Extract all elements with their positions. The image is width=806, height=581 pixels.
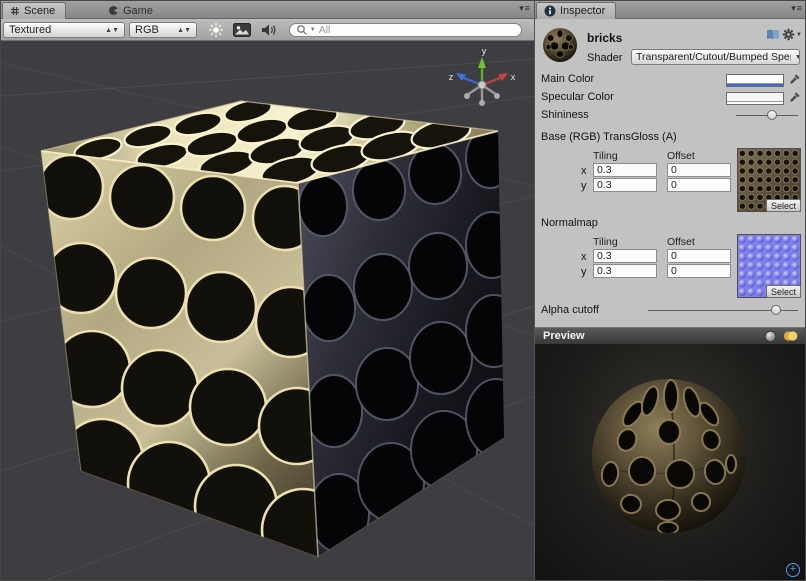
search-input[interactable] (319, 24, 515, 36)
specular-color-eyedropper[interactable] (788, 91, 801, 107)
normal-offset-x-field[interactable] (667, 249, 731, 263)
base-x-label: x (581, 165, 587, 177)
tab-scene[interactable]: Scene (2, 2, 66, 19)
base-map-label: Base (RGB) TransGloss (A) (541, 131, 677, 143)
draw-mode-value: Textured (9, 24, 51, 36)
chevron-down-icon: ▲▼ (171, 27, 191, 34)
search-icon (296, 24, 307, 36)
normal-tiling-x-field[interactable] (593, 249, 657, 263)
game-icon (108, 5, 119, 16)
orientation-gizmo[interactable]: y x z (449, 46, 516, 106)
base-tiling-y-field[interactable] (593, 178, 657, 192)
main-color-eyedropper[interactable] (788, 73, 801, 89)
gizmo-z-label: z (449, 72, 454, 82)
scene-search-box[interactable]: ▼ (289, 23, 522, 37)
normal-x-label: x (581, 251, 587, 263)
search-filter-arrow-icon[interactable]: ▼ (310, 27, 316, 33)
inspector-panel-menu-icon[interactable]: ▾≡ (791, 3, 803, 14)
settings-button[interactable]: ▼ (782, 28, 802, 41)
inspector-info-icon (544, 5, 556, 17)
chevron-down-icon: ▲▼ (99, 27, 119, 34)
shader-dropdown[interactable]: Transparent/Cutout/Bumped Spe ▼ (631, 49, 800, 65)
material-sphere-icon (541, 26, 579, 64)
preview-area[interactable]: + (535, 344, 806, 581)
gear-icon (782, 28, 795, 41)
game-overlay-toggle-button[interactable] (231, 22, 253, 38)
sun-icon (208, 22, 224, 38)
scene-viewport[interactable]: y x z (1, 41, 534, 581)
preview-header[interactable]: Preview (535, 327, 806, 344)
scene-toolbar: Textured ▲▼ RGB ▲▼ (1, 19, 534, 41)
base-offset-y-field[interactable] (667, 178, 731, 192)
base-texture-select-button[interactable]: Select (766, 199, 801, 212)
scene-panel-menu-icon[interactable]: ▾≡ (519, 3, 531, 14)
shader-label: Shader (587, 52, 622, 64)
help-button[interactable] (766, 28, 780, 44)
normalmap-label: Normalmap (541, 217, 598, 229)
tab-inspector-label: Inspector (560, 5, 605, 17)
color-mode-value: RGB (135, 24, 159, 36)
base-offset-header: Offset (667, 150, 695, 162)
gizmo-y-label: y (482, 46, 487, 56)
normal-y-label: y (581, 266, 587, 278)
speaker-icon (261, 23, 276, 37)
inspector-panel: bricks Shader Transparent/Cutout/Bumped … (534, 19, 806, 581)
tab-game[interactable]: Game (101, 2, 163, 19)
slider-thumb[interactable] (771, 305, 781, 315)
preview-sphere-toggle-icon[interactable] (764, 330, 777, 343)
chevron-down-icon: ▼ (796, 32, 802, 38)
alpha-cutoff-label: Alpha cutoff (541, 304, 599, 316)
main-color-alpha-bar (727, 83, 783, 86)
tab-game-label: Game (123, 5, 153, 17)
add-button[interactable]: + (786, 563, 800, 577)
eyedropper-icon (788, 73, 801, 86)
draw-mode-dropdown[interactable]: Textured ▲▼ (3, 22, 125, 38)
normal-tiling-header: Tiling (593, 236, 618, 248)
base-tiling-header: Tiling (593, 150, 618, 162)
alpha-cutoff-slider[interactable] (648, 303, 798, 317)
image-icon (233, 23, 251, 37)
scene-grid-icon (10, 6, 20, 16)
unity-editor-window: Scene Game ▾≡ Textured ▲▼ RGB ▲▼ (0, 0, 806, 581)
base-texture-thumbnail[interactable]: Select (737, 148, 801, 212)
normal-offset-y-field[interactable] (667, 264, 731, 278)
normal-offset-header: Offset (667, 236, 695, 248)
shininess-label: Shininess (541, 109, 589, 121)
base-offset-x-field[interactable] (667, 163, 731, 177)
textured-cube[interactable] (39, 96, 526, 571)
main-color-swatch[interactable] (726, 74, 784, 87)
specular-color-alpha-bar (727, 101, 783, 104)
normalmap-thumbnail[interactable]: Select (737, 234, 801, 298)
preview-sphere-render (535, 344, 806, 581)
specular-color-label: Specular Color (541, 91, 614, 103)
tab-inspector[interactable]: Inspector (536, 2, 616, 19)
scene-render[interactable]: y x z (1, 41, 534, 581)
material-name: bricks (587, 31, 622, 45)
lighting-toggle-button[interactable] (205, 22, 227, 38)
color-mode-dropdown[interactable]: RGB ▲▼ (129, 22, 197, 38)
preview-title: Preview (543, 330, 585, 342)
tab-scene-label: Scene (24, 5, 55, 17)
chevron-down-icon: ▼ (790, 54, 800, 61)
gizmo-x-label: x (511, 72, 516, 82)
normal-tiling-y-field[interactable] (593, 264, 657, 278)
material-preview-thumbnail[interactable] (541, 26, 579, 64)
base-tiling-x-field[interactable] (593, 163, 657, 177)
main-color-label: Main Color (541, 73, 594, 85)
scene-tabbar: Scene Game ▾≡ (1, 1, 534, 19)
normalmap-select-button[interactable]: Select (766, 285, 801, 298)
specular-color-swatch[interactable] (726, 92, 784, 105)
audio-toggle-button[interactable] (257, 22, 279, 38)
book-icon (766, 28, 780, 41)
preview-lighting-toggle-icon[interactable] (783, 330, 798, 342)
eyedropper-icon (788, 91, 801, 104)
shininess-slider[interactable] (736, 108, 798, 122)
inspector-tabbar: Inspector ▾≡ (534, 1, 806, 19)
base-y-label: y (581, 180, 587, 192)
slider-thumb[interactable] (767, 110, 777, 120)
shader-value: Transparent/Cutout/Bumped Spe (636, 51, 790, 63)
